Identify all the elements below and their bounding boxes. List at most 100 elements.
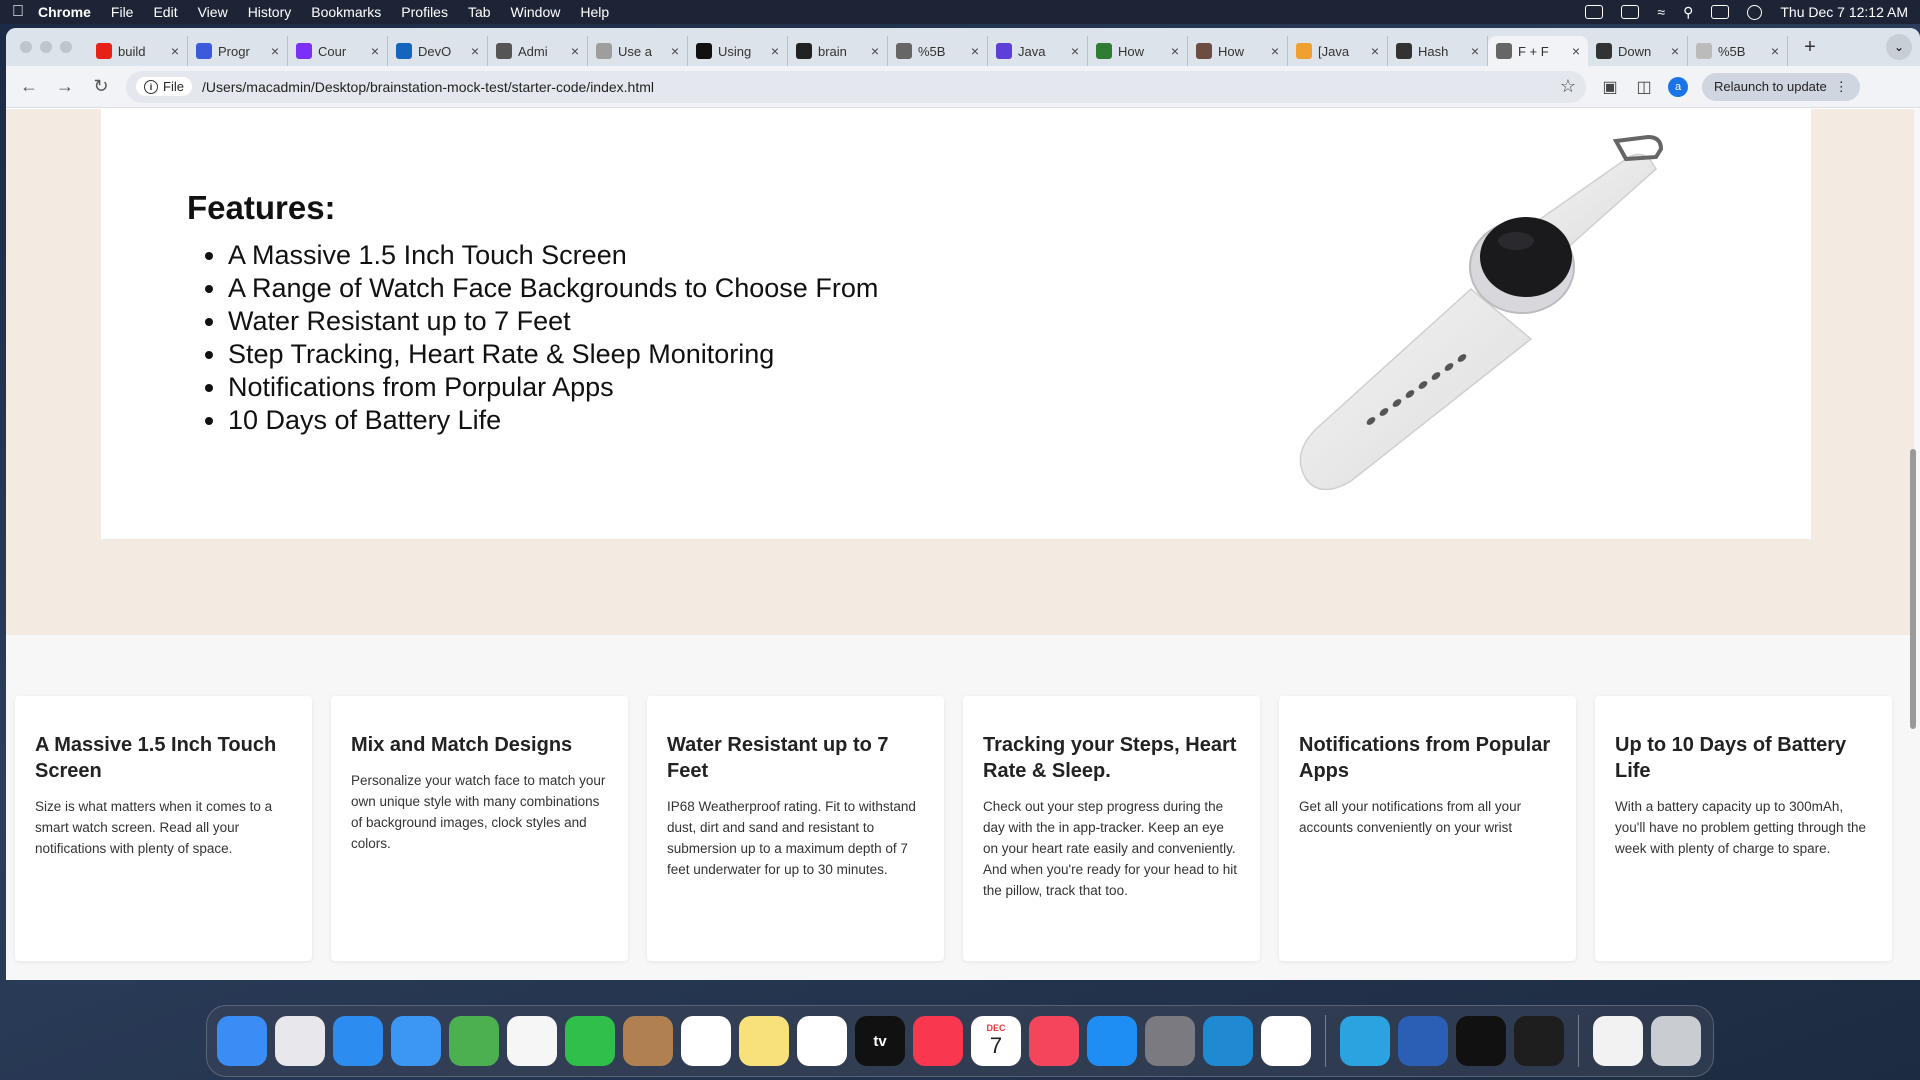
tab-close-icon[interactable]: × [1071, 43, 1079, 59]
browser-tab[interactable]: Cour × [288, 36, 388, 66]
dock-photos-icon[interactable] [507, 1016, 557, 1066]
dock-app-store-icon[interactable] [1087, 1016, 1137, 1066]
tab-close-icon[interactable]: × [671, 43, 679, 59]
tab-close-icon[interactable]: × [271, 43, 279, 59]
dock-mail-icon[interactable] [391, 1016, 441, 1066]
tab-close-icon[interactable]: × [1271, 43, 1279, 59]
browser-tab[interactable]: Progr × [188, 36, 288, 66]
dock-music-icon[interactable] [913, 1016, 963, 1066]
browser-tab[interactable]: How × [1188, 36, 1288, 66]
page-scrollbar[interactable] [1910, 449, 1916, 729]
apple-menu-icon[interactable]:  [12, 3, 38, 21]
browser-tab[interactable]: Using × [688, 36, 788, 66]
tab-search-chevron-icon[interactable]: ⌄ [1886, 34, 1912, 60]
dock-word-icon[interactable] [1398, 1016, 1448, 1066]
dock-freeform-icon[interactable] [797, 1016, 847, 1066]
dock-calendar-icon[interactable]: DEC 7 [971, 1016, 1021, 1066]
dock-trash-icon[interactable] [1651, 1016, 1701, 1066]
browser-tab[interactable]: %5B × [888, 36, 988, 66]
address-bar[interactable]: i File /Users/macadmin/Desktop/brainstat… [126, 70, 1586, 103]
dock-contacts-icon[interactable] [623, 1016, 673, 1066]
browser-tab[interactable]: Admi × [488, 36, 588, 66]
wifi-icon[interactable]: ≈ [1657, 4, 1665, 20]
dock-vscode-icon[interactable] [1203, 1016, 1253, 1066]
dock-document-icon[interactable] [1593, 1016, 1643, 1066]
reload-icon[interactable]: ↻ [90, 76, 112, 97]
dock-news-icon[interactable] [1029, 1016, 1079, 1066]
menu-history[interactable]: History [248, 4, 292, 20]
side-panel-icon[interactable]: ◫ [1634, 77, 1654, 97]
tab-favicon-icon [1196, 43, 1212, 59]
battery-icon[interactable] [1621, 5, 1640, 19]
new-tab-button[interactable]: + [1796, 33, 1824, 61]
dock-telegram-icon[interactable] [1340, 1016, 1390, 1066]
menu-edit[interactable]: Edit [153, 4, 177, 20]
menu-window[interactable]: Window [511, 4, 561, 20]
control-center-icon[interactable] [1711, 5, 1730, 19]
card-title: A Massive 1.5 Inch Touch Screen [35, 734, 277, 782]
browser-tab[interactable]: brain × [788, 36, 888, 66]
minimize-window-button[interactable] [40, 41, 52, 53]
feature-item: 10 Days of Battery Life [228, 404, 878, 437]
url-text[interactable]: /Users/macadmin/Desktop/brainstation-moc… [202, 79, 1560, 95]
site-info-chip[interactable]: i File [136, 77, 192, 96]
dock-reminders-icon[interactable] [681, 1016, 731, 1066]
dock-finder-icon[interactable] [217, 1016, 267, 1066]
dock-launchpad-icon[interactable] [275, 1016, 325, 1066]
menu-view[interactable]: View [198, 4, 228, 20]
browser-tab[interactable]: How × [1088, 36, 1188, 66]
browser-tab[interactable]: build × [88, 36, 188, 66]
dock-notes-icon[interactable] [739, 1016, 789, 1066]
dock-facetime-icon[interactable] [565, 1016, 615, 1066]
spotlight-search-icon[interactable]: ⚲ [1683, 4, 1693, 21]
tab-close-icon[interactable]: × [871, 43, 879, 59]
dock-maps-icon[interactable] [449, 1016, 499, 1066]
tab-close-icon[interactable]: × [1371, 43, 1379, 59]
tab-close-icon[interactable]: × [771, 43, 779, 59]
tab-close-icon[interactable]: × [171, 43, 179, 59]
menu-profiles[interactable]: Profiles [401, 4, 448, 20]
back-arrow-icon[interactable]: ← [18, 76, 40, 97]
forward-arrow-icon[interactable]: → [54, 76, 76, 97]
extensions-puzzle-icon[interactable]: ▣ [1600, 77, 1620, 97]
tab-close-icon[interactable]: × [1471, 43, 1479, 59]
info-icon: i [144, 79, 158, 94]
tab-close-icon[interactable]: × [371, 43, 379, 59]
browser-tab[interactable]: F + F × [1488, 36, 1588, 66]
menu-bookmarks[interactable]: Bookmarks [311, 4, 381, 20]
tab-close-icon[interactable]: × [1572, 43, 1580, 59]
tab-close-icon[interactable]: × [1671, 43, 1679, 59]
tab-close-icon[interactable]: × [1171, 43, 1179, 59]
dock-terminal-icon[interactable] [1514, 1016, 1564, 1066]
close-window-button[interactable] [20, 41, 32, 53]
tab-label: %5B [918, 43, 946, 59]
menu-clock[interactable]: Thu Dec 7 12:12 AM [1780, 4, 1908, 20]
tab-close-icon[interactable]: × [471, 43, 479, 59]
browser-tab[interactable]: Down × [1588, 36, 1688, 66]
menu-tab[interactable]: Tab [468, 4, 491, 20]
menu-app-name[interactable]: Chrome [38, 4, 91, 20]
browser-tab[interactable]: DevO × [388, 36, 488, 66]
tab-close-icon[interactable]: × [571, 43, 579, 59]
menu-file[interactable]: File [111, 4, 134, 20]
zoom-window-button[interactable] [60, 41, 72, 53]
dock-apple-tv-icon[interactable]: tv [855, 1016, 905, 1066]
profile-avatar[interactable]: a [1668, 76, 1688, 97]
menu-help[interactable]: Help [580, 4, 609, 20]
browser-tab[interactable]: Use a × [588, 36, 688, 66]
browser-tab[interactable]: Hash × [1388, 36, 1488, 66]
dock-system-settings-icon[interactable] [1145, 1016, 1195, 1066]
dock-intellij-icon[interactable] [1456, 1016, 1506, 1066]
bookmark-star-icon[interactable]: ☆ [1560, 76, 1576, 97]
relaunch-label: Relaunch to update [1714, 79, 1827, 94]
dock-chrome-icon[interactable] [1261, 1016, 1311, 1066]
tab-close-icon[interactable]: × [971, 43, 979, 59]
accessibility-status-icon[interactable] [1585, 5, 1604, 19]
browser-tab[interactable]: [Java × [1288, 36, 1388, 66]
browser-tab[interactable]: %5B × [1688, 36, 1788, 66]
dock-safari-icon[interactable] [333, 1016, 383, 1066]
browser-tab[interactable]: Java × [988, 36, 1088, 66]
tab-close-icon[interactable]: × [1771, 43, 1779, 59]
relaunch-to-update-button[interactable]: Relaunch to update ⋮ [1702, 72, 1860, 101]
siri-icon[interactable] [1747, 4, 1763, 20]
